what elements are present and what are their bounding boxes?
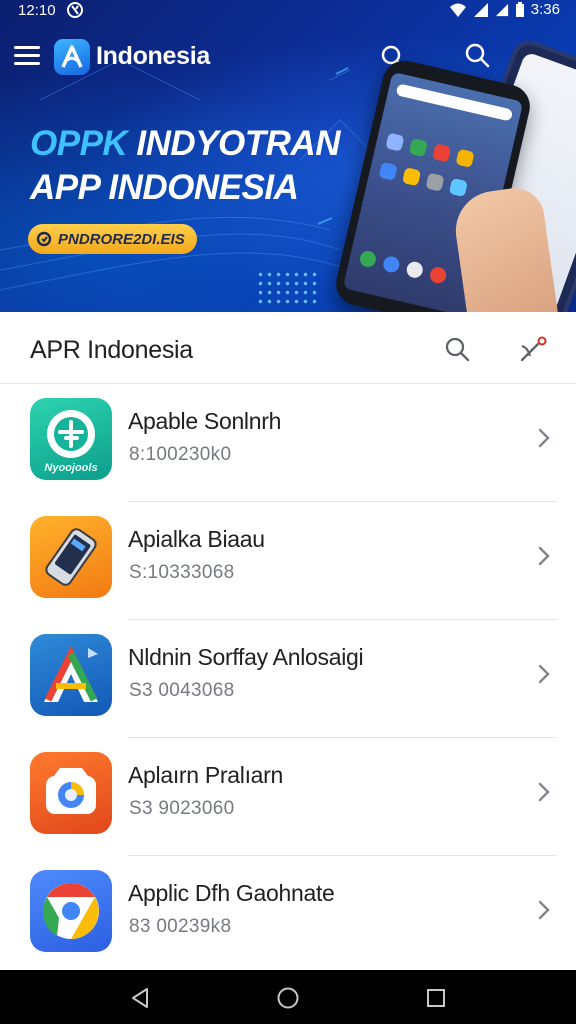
list-item[interactable]: Nyoojools Apable Sonlnrh 8:100230k0: [0, 384, 576, 502]
hero-headline-line2: APP INDONESIA: [30, 168, 299, 207]
hero-banner: 12:10 3:36 Indonesia OPPK INDYOTRAN APP …: [0, 0, 576, 312]
hamburger-menu-icon[interactable]: [14, 46, 40, 68]
blue-a-app-icon: [30, 634, 112, 716]
home-icon[interactable]: [276, 986, 300, 1010]
search-icon[interactable]: [444, 336, 470, 362]
chevron-right-icon: [538, 664, 550, 684]
list-item[interactable]: Applic Dfh Gaohnate 83 00239k8: [0, 856, 576, 974]
back-icon[interactable]: [128, 986, 152, 1010]
list-item[interactable]: Aplaırn Pralıarn S3 9023060: [0, 738, 576, 856]
hero-headline-accent: OPPK: [30, 124, 128, 163]
app-name: Nldnin Sorffay Anlosaigi: [128, 644, 364, 670]
app-subtitle: S3 0043068: [129, 680, 235, 701]
section-header: APR Indonesia: [0, 312, 576, 384]
green-shield-app-icon: Nyoojools: [30, 398, 112, 480]
app-name: Apialka Biaau: [128, 526, 265, 552]
app-subtitle: S3 9023060: [129, 798, 235, 819]
app-name: Apable Sonlnrh: [128, 408, 282, 434]
chrome-app-icon: [30, 870, 112, 952]
app-subtitle: S:10333068: [129, 562, 235, 583]
edit-tool-icon[interactable]: [518, 334, 550, 364]
app-title: Indonesia: [96, 42, 210, 70]
chevron-right-icon: [538, 782, 550, 802]
section-title: APR Indonesia: [30, 336, 193, 364]
chevron-right-icon: [538, 546, 550, 566]
status-bar: 12:10 3:36: [0, 0, 576, 24]
hero-cta-button[interactable]: PNDRORE2DI.EIS: [28, 224, 197, 254]
search-icon-secondary[interactable]: [464, 42, 490, 68]
recent-apps-icon[interactable]: [424, 986, 448, 1010]
app-subtitle: 8:100230k0: [129, 444, 232, 465]
app-subtitle: 83 00239k8: [129, 916, 232, 937]
app-bar: Indonesia: [0, 34, 576, 82]
wifi-icon: [449, 3, 466, 17]
orange-phone-app-icon: [30, 516, 112, 598]
list-item[interactable]: Nldnin Sorffay Anlosaigi S3 0043068: [0, 620, 576, 738]
pill-badge-icon: [36, 231, 52, 247]
signal-icon: [473, 2, 488, 17]
list-item[interactable]: Apialka Biaau S:10333068: [0, 502, 576, 620]
chevron-right-icon: [538, 428, 550, 448]
app-name: Applic Dfh Gaohnate: [128, 880, 335, 906]
battery-icon: [515, 1, 524, 17]
hero-headline: OPPK INDYOTRAN APP INDONESIA: [30, 122, 340, 210]
signal-icon-2: [495, 3, 508, 16]
notification-icon: [67, 2, 83, 18]
decorative-dot-grid: [256, 270, 318, 306]
app-name: Aplaırn Pralıarn: [128, 762, 283, 788]
chevron-right-icon: [538, 900, 550, 920]
app-list: Nyoojools Apable Sonlnrh 8:100230k0 Apia…: [0, 384, 576, 974]
status-right-time: 3:36: [530, 1, 560, 18]
status-time: 12:10: [18, 2, 56, 19]
orange-camera-app-icon: [30, 752, 112, 834]
hero-cta-label: PNDRORE2DI.EIS: [58, 230, 185, 248]
brand-logo-icon: [54, 39, 90, 75]
app-icon-caption: Nyoojools: [44, 462, 98, 474]
hero-headline-rest: INDYOTRAN: [127, 124, 340, 163]
system-nav-bar: [0, 970, 576, 1024]
